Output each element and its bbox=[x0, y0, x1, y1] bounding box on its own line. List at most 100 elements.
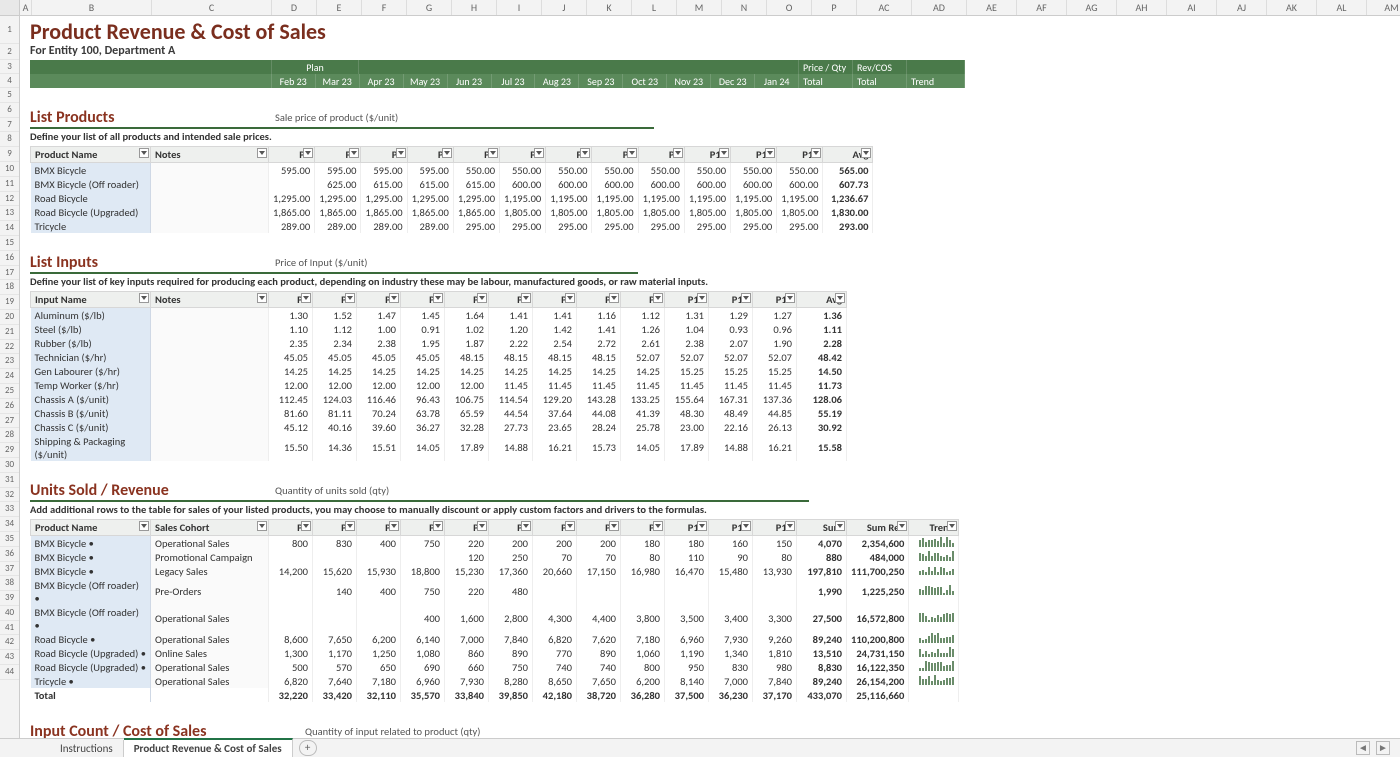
table-row[interactable]: BMX Bicycle (Off roader)625.00615.00615.… bbox=[31, 177, 873, 191]
col-header-J[interactable]: J bbox=[542, 0, 587, 15]
filter-icon[interactable] bbox=[477, 293, 487, 303]
table-row[interactable]: Gen Labourer ($/hr)14.2514.2514.2514.251… bbox=[31, 364, 847, 378]
table-row[interactable]: Road Bicycle •Operational Sales8,6007,65… bbox=[31, 632, 959, 646]
filter-icon[interactable] bbox=[303, 148, 313, 158]
filter-icon[interactable] bbox=[396, 148, 406, 158]
table-row[interactable]: Temp Worker ($/hr)12.0012.0012.0012.0012… bbox=[31, 378, 847, 392]
col-header-I[interactable]: I bbox=[497, 0, 542, 15]
filter-icon[interactable] bbox=[861, 148, 871, 158]
filter-icon[interactable] bbox=[389, 293, 399, 303]
table-row[interactable]: Tricycle •Operational Sales6,8207,6407,1… bbox=[31, 674, 959, 688]
table-row[interactable]: Technician ($/hr)45.0545.0545.0545.0548.… bbox=[31, 350, 847, 364]
filter-icon[interactable] bbox=[534, 148, 544, 158]
filter-icon[interactable] bbox=[835, 293, 845, 303]
filter-icon[interactable] bbox=[257, 293, 267, 303]
col-header-AJ[interactable]: AJ bbox=[1217, 0, 1267, 15]
col-header-M[interactable]: M bbox=[677, 0, 722, 15]
filter-icon[interactable] bbox=[719, 148, 729, 158]
filter-icon[interactable] bbox=[477, 521, 487, 531]
filter-icon[interactable] bbox=[609, 293, 619, 303]
filter-icon[interactable] bbox=[389, 521, 399, 531]
table-row[interactable]: Tricycle289.00289.00289.00289.00295.0029… bbox=[31, 219, 873, 233]
col-header-AD[interactable]: AD bbox=[912, 0, 967, 15]
filter-icon[interactable] bbox=[785, 521, 795, 531]
table-row[interactable]: Road Bicycle (Upgraded) •Operational Sal… bbox=[31, 660, 959, 674]
filter-icon[interactable] bbox=[697, 521, 707, 531]
col-header-AE[interactable]: AE bbox=[967, 0, 1017, 15]
filter-icon[interactable] bbox=[433, 293, 443, 303]
table-row[interactable]: Road Bicycle1,295.001,295.001,295.001,29… bbox=[31, 191, 873, 205]
col-header-P[interactable]: P bbox=[812, 0, 857, 15]
filter-icon[interactable] bbox=[139, 148, 149, 158]
tab-instructions[interactable]: Instructions bbox=[50, 740, 124, 757]
filter-icon[interactable] bbox=[345, 521, 355, 531]
table-row[interactable]: Aluminum ($/lb)1.301.521.471.451.641.411… bbox=[31, 308, 847, 323]
filter-icon[interactable] bbox=[653, 293, 663, 303]
col-header-L[interactable]: L bbox=[632, 0, 677, 15]
col-header-AK[interactable]: AK bbox=[1267, 0, 1317, 15]
table-row[interactable]: BMX Bicycle (Off roader) •Pre-Orders1404… bbox=[31, 578, 959, 605]
col-header-AH[interactable]: AH bbox=[1117, 0, 1167, 15]
table-row[interactable]: Road Bicycle (Upgraded) •Online Sales1,3… bbox=[31, 646, 959, 660]
filter-icon[interactable] bbox=[345, 293, 355, 303]
filter-icon[interactable] bbox=[811, 148, 821, 158]
col-header-D[interactable]: D bbox=[272, 0, 317, 15]
filter-icon[interactable] bbox=[301, 293, 311, 303]
col-header-AL[interactable]: AL bbox=[1317, 0, 1367, 15]
table-row[interactable]: Road Bicycle (Upgraded)1,865.001,865.001… bbox=[31, 205, 873, 219]
filter-icon[interactable] bbox=[785, 293, 795, 303]
filter-icon[interactable] bbox=[741, 521, 751, 531]
col-header-AF[interactable]: AF bbox=[1017, 0, 1067, 15]
scroll-right-icon[interactable]: ► bbox=[1376, 741, 1390, 755]
col-header-G[interactable]: G bbox=[407, 0, 452, 15]
filter-icon[interactable] bbox=[741, 293, 751, 303]
col-header-K[interactable]: K bbox=[587, 0, 632, 15]
filter-icon[interactable] bbox=[947, 521, 957, 531]
col-header-A[interactable]: A bbox=[20, 0, 32, 15]
table-row[interactable]: BMX Bicycle •Promotional Campaign1202507… bbox=[31, 550, 959, 564]
worksheet-surface[interactable]: Product Revenue & Cost of Sales For Enti… bbox=[20, 16, 1400, 738]
filter-icon[interactable] bbox=[257, 148, 267, 158]
col-header-AI[interactable]: AI bbox=[1167, 0, 1217, 15]
table-row[interactable]: Steel ($/lb)1.101.121.000.911.021.201.42… bbox=[31, 322, 847, 336]
table-row[interactable]: BMX Bicycle •Operational Sales8008304007… bbox=[31, 536, 959, 551]
filter-icon[interactable] bbox=[835, 521, 845, 531]
filter-icon[interactable] bbox=[673, 148, 683, 158]
table-row[interactable]: BMX Bicycle (Off roader) •Operational Sa… bbox=[31, 605, 959, 632]
col-header-E[interactable]: E bbox=[317, 0, 362, 15]
table-row[interactable]: BMX Bicycle •Legacy Sales14,20015,62015,… bbox=[31, 564, 959, 578]
table-row[interactable]: BMX Bicycle595.00595.00595.00595.00550.0… bbox=[31, 163, 873, 178]
col-header-C[interactable]: C bbox=[152, 0, 272, 15]
filter-icon[interactable] bbox=[521, 293, 531, 303]
table-row[interactable]: Rubber ($/lb)2.352.342.381.951.872.222.5… bbox=[31, 336, 847, 350]
filter-icon[interactable] bbox=[521, 521, 531, 531]
filter-icon[interactable] bbox=[653, 521, 663, 531]
scroll-left-icon[interactable]: ◄ bbox=[1356, 741, 1370, 755]
filter-icon[interactable] bbox=[139, 293, 149, 303]
col-header-AG[interactable]: AG bbox=[1067, 0, 1117, 15]
col-header-AM[interactable]: AM bbox=[1367, 0, 1400, 15]
filter-icon[interactable] bbox=[349, 148, 359, 158]
filter-icon[interactable] bbox=[257, 521, 267, 531]
filter-icon[interactable] bbox=[580, 148, 590, 158]
table-row[interactable]: Chassis B ($/unit)81.6081.1170.2463.7865… bbox=[31, 406, 847, 420]
filter-icon[interactable] bbox=[609, 521, 619, 531]
table-row[interactable]: Shipping & Packaging ($/unit)15.5014.361… bbox=[31, 434, 847, 461]
col-header-H[interactable]: H bbox=[452, 0, 497, 15]
tab-product-revenue[interactable]: Product Revenue & Cost of Sales bbox=[124, 738, 293, 757]
filter-icon[interactable] bbox=[697, 293, 707, 303]
table-row[interactable]: Chassis C ($/unit)45.1240.1639.6036.2732… bbox=[31, 420, 847, 434]
filter-icon[interactable] bbox=[488, 148, 498, 158]
select-all-corner[interactable] bbox=[0, 0, 20, 15]
filter-icon[interactable] bbox=[565, 293, 575, 303]
col-header-AC[interactable]: AC bbox=[857, 0, 912, 15]
filter-icon[interactable] bbox=[627, 148, 637, 158]
filter-icon[interactable] bbox=[433, 521, 443, 531]
filter-icon[interactable] bbox=[565, 521, 575, 531]
col-header-B[interactable]: B bbox=[32, 0, 152, 15]
table-row[interactable]: Chassis A ($/unit)112.45124.03116.4696.4… bbox=[31, 392, 847, 406]
new-sheet-button[interactable]: + bbox=[299, 740, 317, 756]
col-header-F[interactable]: F bbox=[362, 0, 407, 15]
filter-icon[interactable] bbox=[897, 521, 907, 531]
filter-icon[interactable] bbox=[765, 148, 775, 158]
